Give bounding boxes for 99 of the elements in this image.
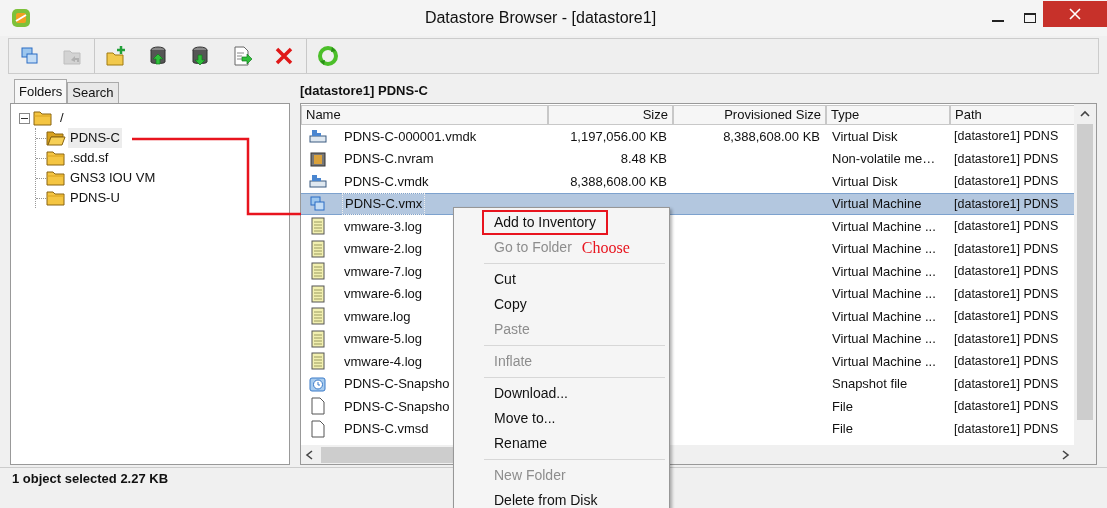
table-cell: [datastore1] PDNS: [954, 174, 1059, 189]
new-folder-icon: [105, 45, 127, 67]
document-arrow-icon: [231, 45, 253, 67]
table-cell-text: 1,197,056.00 KB: [570, 127, 667, 146]
panel-tab[interactable]: Search: [67, 82, 119, 103]
notepad-icon: [309, 239, 327, 258]
table-cell: Virtual Machine ...: [832, 241, 936, 256]
table-cell-text: PDNS-C.vmdk: [343, 172, 430, 191]
table-cell: [datastore1] PDNS: [954, 196, 1059, 211]
table-cell-text: PDNS-C-000001.vmdk: [343, 127, 478, 146]
table-cell-text: PDNS-C.nvram: [343, 150, 435, 168]
table-cell: [datastore1] PDNS: [954, 286, 1059, 301]
stacked-squares-icon: [19, 45, 41, 67]
table-cell: [datastore1] PDNS: [954, 354, 1059, 369]
folder-icon: [33, 109, 53, 127]
table-cell-text: vmware-7.log: [343, 262, 424, 281]
panel-tab[interactable]: Folders: [14, 79, 68, 103]
menu-item[interactable]: Copy: [484, 292, 537, 317]
tree-item[interactable]: GNS3 IOU VM: [68, 168, 158, 188]
notepad-icon: [309, 262, 327, 281]
column-header[interactable]: Path: [950, 105, 1074, 125]
table-cell: Virtual Machine ...: [832, 286, 936, 301]
table-cell: [datastore1] PDNS: [954, 331, 1059, 346]
table-cell: [datastore1] PDNS: [954, 309, 1059, 324]
column-header[interactable]: Provisioned Size: [673, 105, 826, 125]
column-header[interactable]: Name: [301, 105, 548, 125]
table-cell-text: PDNS-C.vmsd: [343, 420, 430, 438]
table-cell: [datastore1] PDNS: [954, 219, 1059, 234]
folder-icon: [46, 149, 66, 167]
table-cell: [datastore1] PDNS: [954, 241, 1059, 256]
table-cell: [datastore1] PDNS: [954, 399, 1059, 414]
menu-item[interactable]: Cut: [484, 267, 526, 292]
disk-icon: [309, 127, 327, 146]
database-download-icon: [189, 45, 211, 67]
menu-item[interactable]: Rename: [484, 431, 557, 456]
window-title: Datastore Browser - [datastore1]: [423, 8, 658, 28]
table-cell-text: 8.48 KB: [620, 150, 667, 168]
notepad-icon: [309, 329, 327, 348]
table-cell: Non-volatile me…: [832, 151, 936, 166]
notepad-icon: [309, 307, 327, 326]
menu-item[interactable]: Download...: [484, 381, 578, 406]
table-cell: [datastore1] PDNS: [954, 376, 1059, 391]
table-cell: [datastore1] PDNS: [954, 264, 1059, 279]
notepad-icon: [309, 352, 327, 371]
table-cell: PDNS-C.vmx: [342, 193, 426, 215]
table-cell-text: 8,388,608.00 KB: [723, 127, 820, 146]
table-cell: Virtual Machine ...: [832, 263, 936, 279]
table-cell-text: PDNS-C-Snapsho: [343, 397, 451, 416]
table-cell: Snapshot file: [832, 376, 908, 391]
notepad-icon: [309, 217, 327, 236]
table-cell: [datastore1] PDNS: [954, 129, 1059, 144]
tree-item[interactable]: PDNS-C: [68, 128, 122, 148]
collapse-toggle[interactable]: [19, 112, 30, 124]
open-folder-icon: [46, 129, 66, 147]
table-cell: Virtual Machine ...: [832, 218, 936, 234]
table-cell-text: 8,388,608.00 KB: [570, 172, 667, 191]
menu-item[interactable]: Move to...: [484, 406, 566, 431]
app-logo-icon: [10, 7, 32, 29]
table-cell: [datastore1] PDNS: [954, 421, 1059, 436]
menu-item[interactable]: Add to Inventory: [482, 210, 608, 235]
table-cell: [datastore1] PDNS: [954, 151, 1059, 166]
menu-item[interactable]: Delete from Disk: [484, 488, 608, 508]
chip-icon: [309, 149, 327, 168]
tree-item[interactable]: PDNS-U: [68, 188, 122, 208]
column-header[interactable]: Type: [826, 105, 950, 125]
table-cell-text: vmware-4.log: [343, 352, 424, 371]
blank-file-icon: [309, 419, 327, 438]
table-cell-text: vmware-6.log: [343, 285, 424, 303]
vertical-scrollbar[interactable]: [1074, 104, 1096, 445]
tree-item[interactable]: /: [60, 108, 64, 128]
tree-item[interactable]: .sdd.sf: [68, 148, 111, 168]
notepad-icon: [309, 284, 327, 303]
column-header[interactable]: Size: [548, 105, 673, 125]
table-cell: Virtual Machine ...: [832, 308, 936, 324]
snapshot-icon: [309, 374, 327, 393]
table-cell-text: vmware-2.log: [343, 240, 424, 258]
folder-icon: [46, 189, 66, 207]
scroll-thumb[interactable]: [1077, 124, 1093, 420]
panel-title: [datastore1] PDNS-C: [300, 81, 429, 100]
table-cell: Virtual Disk: [832, 173, 898, 189]
refresh-icon: [317, 45, 339, 67]
database-upload-icon: [147, 45, 169, 67]
annotation-text: Choose: [581, 237, 630, 258]
table-cell-text: PDNS-C-Snapsho: [343, 375, 451, 393]
delete-icon: [273, 45, 295, 67]
close-icon: [1069, 8, 1081, 20]
table-cell: Virtual Machine ...: [832, 353, 936, 369]
table-cell-text: vmware.log: [343, 307, 412, 326]
stacked-squares-icon: [309, 194, 327, 213]
table-cell-text: vmware-3.log: [343, 217, 424, 236]
table-cell: Virtual Machine ...: [832, 331, 936, 346]
table-cell-text: vmware-5.log: [343, 330, 424, 348]
table-cell: Virtual Machine: [832, 196, 922, 211]
table-cell: File: [832, 421, 853, 436]
table-cell: Virtual Disk: [832, 128, 898, 144]
table-cell: File: [832, 398, 853, 414]
disk-icon: [309, 172, 327, 191]
folder-icon: [46, 169, 66, 187]
blank-file-icon: [309, 397, 327, 416]
